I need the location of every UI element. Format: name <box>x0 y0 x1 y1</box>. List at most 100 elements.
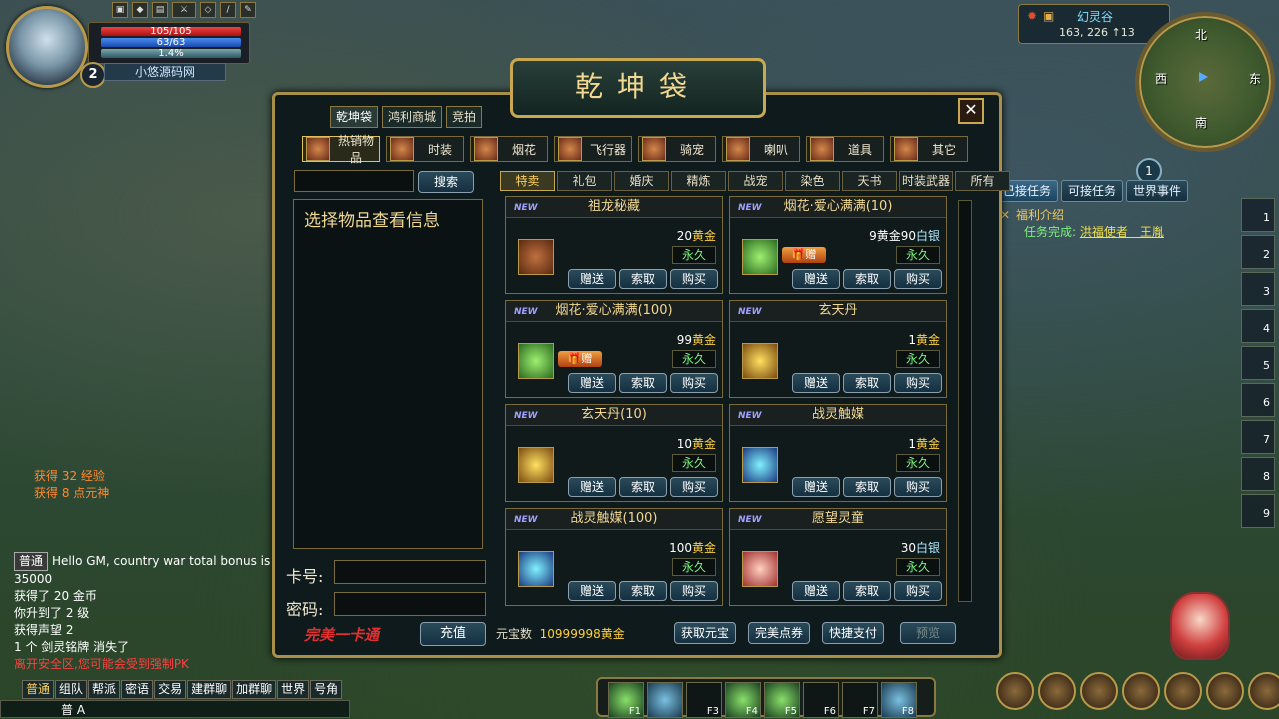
book-icon[interactable] <box>518 239 554 275</box>
buy-button[interactable]: 购买 <box>670 269 718 289</box>
hotbar-slot[interactable]: 3 <box>1241 272 1275 306</box>
subtab-refine[interactable]: 精炼 <box>671 171 726 191</box>
subtab-dye[interactable]: 染色 <box>785 171 840 191</box>
request-button[interactable]: 索取 <box>843 373 891 393</box>
buy-button[interactable]: 购买 <box>894 373 942 393</box>
skill-slot[interactable]: F5 <box>764 682 800 718</box>
skill-slot[interactable]: F6 <box>803 682 839 718</box>
buy-button[interactable]: 购买 <box>670 581 718 601</box>
tab-qiankun[interactable]: 乾坤袋 <box>330 106 379 128</box>
hotbar-slot[interactable]: 8 <box>1241 457 1275 491</box>
system-menu-icon[interactable] <box>1206 672 1244 710</box>
request-button[interactable]: 索取 <box>619 477 667 497</box>
player-portrait[interactable] <box>6 6 88 88</box>
shield-icon[interactable]: ◆ <box>132 2 148 18</box>
skill-slot[interactable]: F7 <box>842 682 878 718</box>
quick-pay-button[interactable]: 快捷支付 <box>822 622 885 644</box>
tab-available-quests[interactable]: 可接任务 <box>1061 180 1124 202</box>
skill-slot[interactable]: F1 <box>608 682 644 718</box>
subtab-all[interactable]: 所有 <box>955 171 1010 191</box>
item-card[interactable]: 战灵触媒 NEW 1黄金 永久 赠送 索取 购买 <box>729 404 947 502</box>
card-number-input[interactable] <box>334 560 486 584</box>
chat-input[interactable]: 普 A <box>0 700 350 718</box>
item-card[interactable]: 祖龙秘藏 NEW 20黄金 永久 赠送 索取 购买 <box>505 196 723 294</box>
firework-icon[interactable] <box>518 343 554 379</box>
bag-menu-icon[interactable] <box>996 672 1034 710</box>
weapon-icon[interactable]: ⚔ <box>172 2 196 18</box>
category-hot[interactable]: 热销物品 <box>302 134 380 165</box>
buy-button[interactable]: 购买 <box>894 269 942 289</box>
hotbar-slot[interactable]: 6 <box>1241 383 1275 417</box>
request-button[interactable]: 索取 <box>843 581 891 601</box>
gift-button[interactable]: 赠送 <box>568 269 616 289</box>
buy-button[interactable]: 购买 <box>670 477 718 497</box>
close-icon[interactable]: ✕ <box>958 98 984 124</box>
preview-button[interactable]: 预览 <box>900 622 956 644</box>
category-props[interactable]: 道具 <box>806 136 884 162</box>
buy-button[interactable]: 购买 <box>894 477 942 497</box>
gift-button[interactable]: 赠送 <box>568 581 616 601</box>
card-password-input[interactable] <box>334 592 486 616</box>
skill-slot[interactable]: F8 <box>881 682 917 718</box>
category-fashion[interactable]: 时装 <box>386 136 464 162</box>
item-scrollbar[interactable] <box>958 200 972 602</box>
gift-button[interactable]: 赠送 <box>792 477 840 497</box>
subtab-pet[interactable]: 战宠 <box>728 171 783 191</box>
hotbar-slot[interactable]: 9 <box>1241 494 1275 528</box>
gift-button[interactable]: 赠送 <box>568 477 616 497</box>
category-flyer[interactable]: 飞行器 <box>554 136 632 162</box>
skill-slot[interactable]: F4 <box>725 682 761 718</box>
quest-target-link[interactable]: 洪福使者 王胤 <box>1080 225 1164 239</box>
lock-icon[interactable]: ▣ <box>112 2 128 18</box>
tab-auction[interactable]: 竞拍 <box>446 106 483 128</box>
orb-icon[interactable] <box>518 551 554 587</box>
item-card[interactable]: 玄天丹(10) NEW 10黄金 永久 赠送 索取 购买 <box>505 404 723 502</box>
chat-tab-team[interactable]: 组队 <box>55 680 88 699</box>
request-button[interactable]: 索取 <box>619 581 667 601</box>
pill-icon[interactable] <box>742 343 778 379</box>
request-button[interactable]: 索取 <box>619 373 667 393</box>
tab-mall[interactable]: 鸿利商城 <box>382 106 443 128</box>
get-ingot-button[interactable]: 获取元宝 <box>674 622 737 644</box>
chat-tab-trade[interactable]: 交易 <box>154 680 187 699</box>
charge-button[interactable]: 充值 <box>420 622 486 646</box>
item-card[interactable]: 玄天丹 NEW 1黄金 永久 赠送 索取 购买 <box>729 300 947 398</box>
gift-button[interactable]: 赠送 <box>792 269 840 289</box>
hotbar-slot[interactable]: 4 <box>1241 309 1275 343</box>
request-button[interactable]: 索取 <box>619 269 667 289</box>
subtab-book[interactable]: 天书 <box>842 171 897 191</box>
category-firework[interactable]: 烟花 <box>470 136 548 162</box>
subtab-wedding[interactable]: 婚庆 <box>614 171 669 191</box>
minimap[interactable]: 北 南 东 西 <box>1135 12 1275 152</box>
gift-button[interactable]: 赠送 <box>792 373 840 393</box>
chat-menu-icon[interactable] <box>1164 672 1202 710</box>
orb-icon[interactable] <box>742 447 778 483</box>
skill-slot[interactable] <box>647 682 683 718</box>
settings-menu-icon[interactable] <box>1248 672 1279 710</box>
doll-icon[interactable] <box>742 551 778 587</box>
item-card[interactable]: 愿望灵童 NEW 30白银 永久 赠送 索取 购买 <box>729 508 947 606</box>
chat-tab-join-group[interactable]: 加群聊 <box>232 680 277 699</box>
category-horn[interactable]: 喇叭 <box>722 136 800 162</box>
chat-tab-create-group[interactable]: 建群聊 <box>187 680 232 699</box>
hotbar-slot[interactable]: 5 <box>1241 346 1275 380</box>
tab-world-events[interactable]: 世界事件 <box>1126 180 1189 202</box>
hotbar-slot[interactable]: 7 <box>1241 420 1275 454</box>
point-coupon-button[interactable]: 完美点券 <box>748 622 811 644</box>
gift-button[interactable]: 赠送 <box>792 581 840 601</box>
hotbar-slot[interactable]: 1 <box>1241 198 1275 232</box>
tool-icon[interactable]: ✎ <box>240 2 256 18</box>
firework-icon[interactable] <box>742 239 778 275</box>
pill-icon[interactable] <box>518 447 554 483</box>
buy-button[interactable]: 购买 <box>894 581 942 601</box>
item-card[interactable]: 烟花·爱心满满(10) NEW 🎁赠 9黄金90白银 永久 赠送 索取 购买 <box>729 196 947 294</box>
skill-menu-icon[interactable] <box>1080 672 1118 710</box>
gift-button[interactable]: 赠送 <box>568 373 616 393</box>
character-menu-icon[interactable] <box>1038 672 1076 710</box>
guild-menu-icon[interactable] <box>1122 672 1160 710</box>
search-input[interactable] <box>294 170 414 192</box>
item-card[interactable]: 烟花·爱心满满(100) NEW 🎁赠 99黄金 永久 赠送 索取 购买 <box>505 300 723 398</box>
item-card[interactable]: 战灵触媒(100) NEW 100黄金 永久 赠送 索取 购买 <box>505 508 723 606</box>
sword-icon[interactable]: / <box>220 2 236 18</box>
category-other[interactable]: 其它 <box>890 136 968 162</box>
